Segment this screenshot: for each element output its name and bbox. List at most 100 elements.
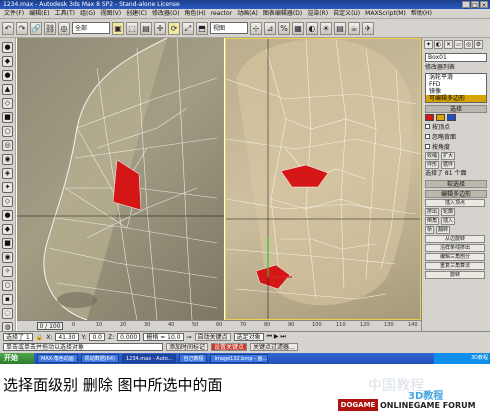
redo-icon[interactable]: ↷: [16, 21, 28, 35]
tool-icon[interactable]: ◆: [2, 224, 13, 235]
edit-poly-button[interactable]: 从边旋转: [425, 235, 485, 243]
tool-icon[interactable]: ✦: [2, 182, 13, 193]
vertex-level-icon[interactable]: [425, 114, 434, 121]
menu-item[interactable]: 角色(H): [184, 9, 205, 18]
tool-icon[interactable]: ●: [2, 70, 13, 81]
command-tab-icon[interactable]: ⚙: [474, 40, 483, 49]
menu-item[interactable]: 创建(C): [126, 9, 147, 18]
tool-icon[interactable]: ●: [2, 42, 13, 53]
mirror-icon[interactable]: ▦: [292, 21, 304, 35]
extrude-button[interactable]: 挤出: [425, 208, 440, 216]
menu-item[interactable]: 图表编辑器(D): [263, 9, 302, 18]
menu-item[interactable]: 文件(F): [4, 9, 24, 18]
edit-poly-button[interactable]: 沿样条线挤出: [425, 244, 485, 252]
link-icon[interactable]: 🔗: [30, 21, 42, 35]
taskbar-item[interactable]: 1234.max - Auto...: [121, 354, 177, 363]
edit-poly-button[interactable]: 重复三角算法: [425, 262, 485, 270]
ring-button[interactable]: 环形: [425, 161, 440, 169]
start-button[interactable]: 开始: [0, 353, 34, 364]
reference-coordinate-dropdown[interactable]: 视图: [210, 22, 248, 34]
edit-poly-button[interactable]: 编辑三角剖分: [425, 253, 485, 261]
lock-icon[interactable]: 🔒: [36, 334, 43, 341]
polygon-level-icon[interactable]: [447, 114, 456, 121]
key-icon[interactable]: ⊸: [187, 334, 192, 341]
x-coordinate-field[interactable]: 41.30: [55, 333, 79, 341]
select-move-icon[interactable]: ⟳: [168, 21, 180, 35]
autokey-button[interactable]: 自动关键点: [194, 333, 231, 341]
selected-object-dropdown[interactable]: 选定对象: [233, 333, 264, 341]
tool-icon[interactable]: ◉: [2, 154, 13, 165]
taskbar-item[interactable]: 机动数据(64): [80, 354, 119, 363]
tool-icon[interactable]: ◈: [2, 168, 13, 179]
rect-selection-icon[interactable]: ▤: [140, 21, 152, 35]
quick-render-icon[interactable]: ☕: [348, 21, 360, 35]
tool-icon[interactable]: ◇: [2, 98, 13, 109]
undo-icon[interactable]: ↶: [2, 21, 14, 35]
tool-icon[interactable]: ◉: [2, 252, 13, 263]
modifier-stack-item[interactable]: FFD: [426, 81, 486, 88]
edit-polygons-rollout[interactable]: 编辑多边形: [425, 190, 487, 198]
time-slider-thumb[interactable]: 0 / 100: [37, 322, 63, 330]
object-name-field[interactable]: Box01: [425, 53, 487, 62]
edit-poly-button[interactable]: 旋转: [425, 271, 485, 279]
play-controls-icon[interactable]: ⏮ ▶ ⏭: [267, 333, 286, 341]
select-object-icon[interactable]: ▣: [112, 21, 124, 35]
set-key-button[interactable]: 设置关键点: [211, 343, 248, 351]
modifier-stack-item[interactable]: 可编辑多边形: [426, 95, 486, 102]
insert-vertex-button[interactable]: 插入顶点: [425, 199, 485, 207]
command-tab-icon[interactable]: ◐: [434, 40, 443, 49]
tool-icon[interactable]: ◇: [2, 196, 13, 207]
tool-icon[interactable]: ■: [2, 112, 13, 123]
menu-item[interactable]: 组(G): [80, 9, 95, 18]
menu-item[interactable]: 视图(V): [100, 9, 121, 18]
tool-icon[interactable]: ◎: [2, 140, 13, 151]
tool-icon[interactable]: ◌: [2, 308, 13, 319]
menu-item[interactable]: 动画(A): [237, 9, 258, 18]
taskbar-item[interactable]: 自己教程: [179, 354, 208, 363]
shrink-button[interactable]: 收缩: [425, 152, 440, 160]
menu-item[interactable]: 自定义(U): [333, 9, 360, 18]
soft-select-rollout[interactable]: 软选择: [425, 180, 487, 188]
checkbox[interactable]: [425, 134, 430, 139]
command-tab-icon[interactable]: ◎: [464, 40, 473, 49]
tool-icon[interactable]: ●: [2, 210, 13, 221]
checkbox[interactable]: [425, 124, 430, 129]
checkbox[interactable]: [425, 144, 430, 149]
align-icon[interactable]: ◐: [306, 21, 318, 35]
pivot-center-icon[interactable]: ⊹: [250, 21, 262, 35]
window-crossing-icon[interactable]: ✛: [154, 21, 166, 35]
minimize-button[interactable]: _: [462, 1, 470, 9]
command-tab-icon[interactable]: ✕: [444, 40, 453, 49]
modifier-list-label[interactable]: 修改器列表: [425, 64, 487, 72]
menu-item[interactable]: 工具(T): [55, 9, 75, 18]
material-editor-icon[interactable]: ☀: [320, 21, 332, 35]
checkbox-row-2[interactable]: 按角度: [425, 142, 487, 151]
bind-space-warp-icon[interactable]: ◎: [58, 21, 70, 35]
percent-snap-icon[interactable]: %: [278, 21, 290, 35]
bridge-button[interactable]: 桥: [425, 226, 435, 234]
render-last-icon[interactable]: ✈: [362, 21, 374, 35]
viewport-left[interactable]: [17, 38, 224, 320]
maximize-button[interactable]: □: [471, 1, 479, 9]
select-by-name-icon[interactable]: ⬚: [126, 21, 138, 35]
select-rotate-icon[interactable]: ⤢: [182, 21, 194, 35]
checkbox-row-1[interactable]: 忽略背面: [425, 132, 487, 141]
command-tab-icon[interactable]: ✦: [424, 40, 433, 49]
bevel-button[interactable]: 倒角: [425, 217, 440, 225]
edge-level-icon[interactable]: [436, 114, 445, 121]
flip-button[interactable]: 翻转: [436, 226, 451, 234]
selection-filter-dropdown[interactable]: 全部: [72, 22, 110, 34]
command-tab-icon[interactable]: ▱: [454, 40, 463, 49]
time-slider[interactable]: 0 / 100 0 10 20 30 40 50 60 70 80 90 100 110 120 130 1…: [17, 320, 421, 331]
menu-item[interactable]: 修改器(O): [152, 9, 179, 18]
menu-item[interactable]: 编辑(E): [29, 9, 49, 18]
tool-icon[interactable]: ■: [2, 238, 13, 249]
grow-button[interactable]: 扩大: [441, 152, 456, 160]
viewport-right[interactable]: [225, 38, 421, 320]
render-scene-icon[interactable]: ▤: [334, 21, 346, 35]
y-coordinate-field[interactable]: 0.0: [89, 333, 105, 341]
loop-button[interactable]: 循环: [441, 161, 456, 169]
modifier-stack-item[interactable]: 镜像: [426, 88, 486, 95]
key-filters-button[interactable]: 关键点过滤器...: [250, 343, 298, 351]
select-scale-icon[interactable]: ⬒: [196, 21, 208, 35]
